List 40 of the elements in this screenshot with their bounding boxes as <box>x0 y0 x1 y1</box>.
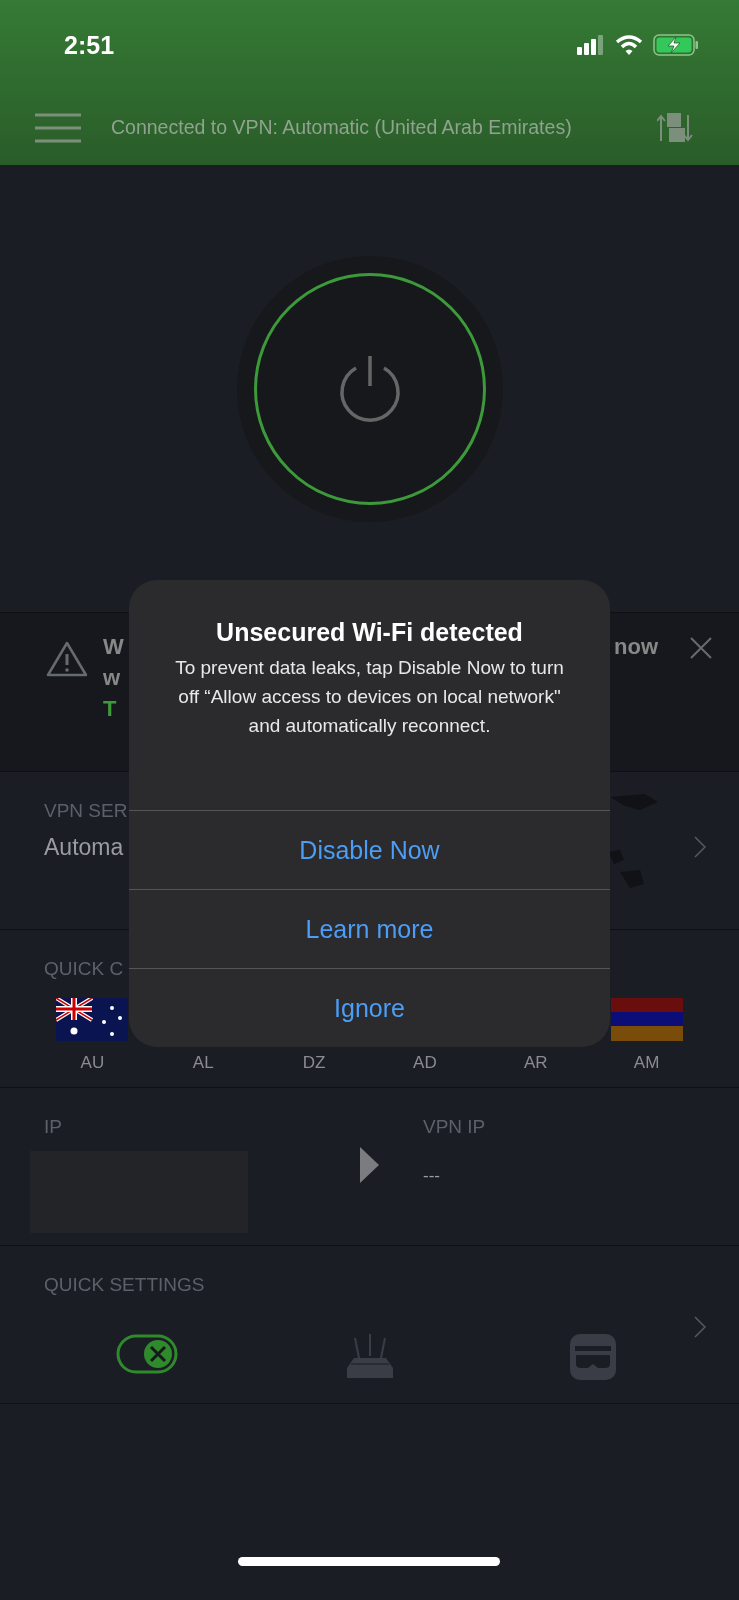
chevron-icon[interactable] <box>694 836 706 858</box>
router-icon[interactable] <box>345 1334 394 1380</box>
section-label: QUICK SETTINGS <box>44 1274 205 1296</box>
connection-status: Connected to VPN: Automatic (United Arab Emirates) <box>111 116 572 139</box>
banner-text: now <box>614 633 658 661</box>
dialog-button[interactable]: Disable Now <box>129 810 610 889</box>
dialog-title: Unsecured Wi-Fi detected <box>215 618 524 647</box>
signal-icon <box>577 35 605 55</box>
section-label: VPN IP <box>423 1116 486 1138</box>
country-code[interactable]: AR <box>523 1053 548 1073</box>
section-label: IP <box>44 1116 62 1138</box>
country-code[interactable]: AM <box>633 1053 660 1073</box>
banner-text: T <box>103 695 118 723</box>
flag-icon <box>610 998 683 1041</box>
swap-icon[interactable] <box>657 112 693 143</box>
banner-text: W <box>103 633 124 661</box>
mask-icon[interactable] <box>569 1334 616 1380</box>
dialog-message: To prevent data leaks, tap Disable Now to turn off “Allow access to devices on local network" and automatically reconnect. <box>174 656 565 738</box>
status-time: 2:51 <box>64 30 115 60</box>
section-label: VPN SER <box>44 800 128 822</box>
play-icon <box>360 1147 379 1183</box>
flag-icon <box>56 998 129 1041</box>
wifi-icon <box>615 35 643 55</box>
close-icon[interactable] <box>690 637 712 659</box>
warning-icon <box>46 641 88 677</box>
vpn-ip-value: --- <box>423 1166 440 1186</box>
toggle-icon[interactable] <box>115 1334 178 1374</box>
country-code[interactable]: AU <box>80 1053 105 1073</box>
country-code[interactable]: AD <box>413 1053 437 1073</box>
banner-text: w <box>103 664 122 692</box>
menu-icon[interactable] <box>35 112 81 143</box>
power-button[interactable] <box>253 272 486 505</box>
dialog-button[interactable]: Ignore <box>129 968 610 1047</box>
dialog-button[interactable]: Learn more <box>129 889 610 968</box>
section-label: QUICK C <box>44 958 124 980</box>
server-name[interactable]: Automa <box>44 834 124 861</box>
battery-icon <box>653 34 699 56</box>
chevron-icon[interactable] <box>694 1316 706 1338</box>
country-code[interactable]: DZ <box>302 1053 326 1073</box>
country-code[interactable]: AL <box>192 1053 214 1073</box>
